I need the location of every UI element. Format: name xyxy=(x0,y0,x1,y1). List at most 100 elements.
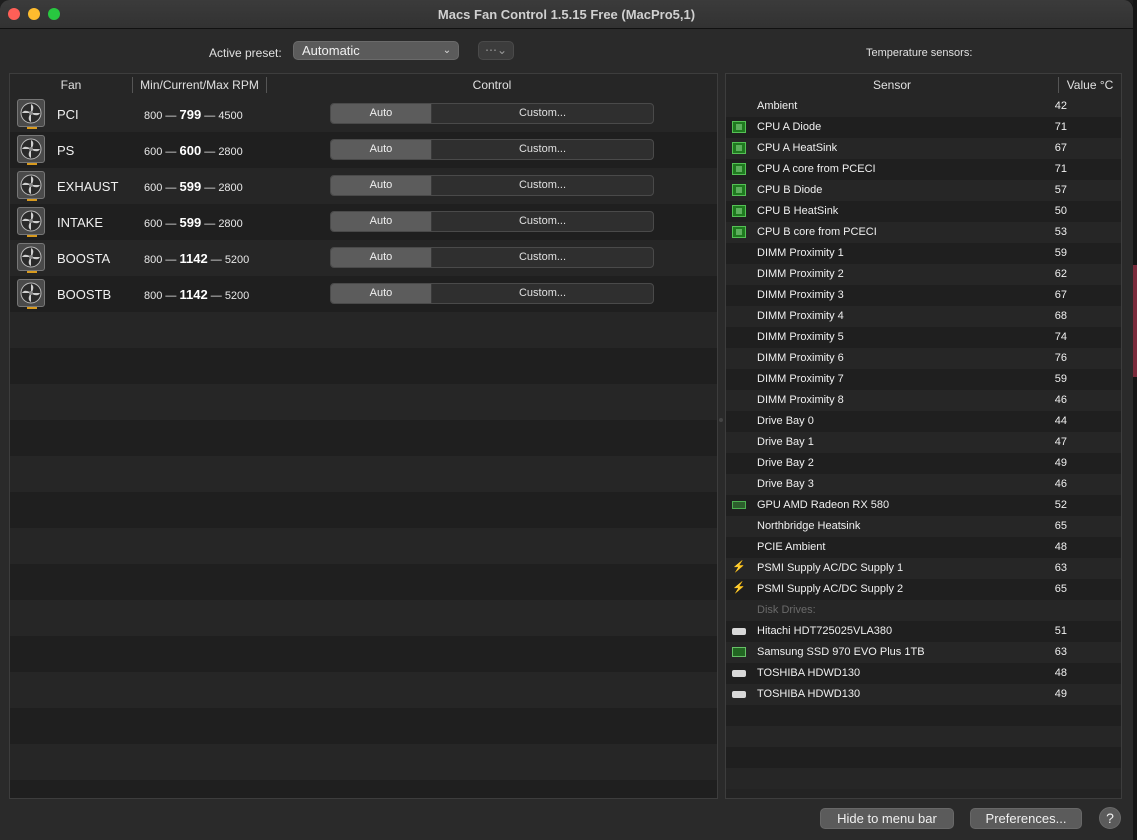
sensor-value: 57 xyxy=(1054,184,1067,196)
sensor-row[interactable]: DIMM Proximity 3 67 xyxy=(726,285,1121,306)
fan-rpm: 600 — 599 — 2800 xyxy=(144,215,243,230)
sensor-row[interactable]: CPU A core from PCECI 71 xyxy=(726,159,1121,180)
preset-more-button[interactable]: ⋯⌄ xyxy=(478,41,514,60)
sensor-group-label: Disk Drives: xyxy=(757,604,816,616)
active-preset-select[interactable]: Automatic ⌄ xyxy=(293,41,459,60)
fan-auto-button[interactable]: Auto xyxy=(331,284,432,303)
app-window: Macs Fan Control 1.5.15 Free (MacPro5,1)… xyxy=(0,0,1134,840)
fan-custom-button[interactable]: Custom... xyxy=(432,248,653,267)
sensor-value: 51 xyxy=(1054,625,1067,637)
fan-auto-button[interactable]: Auto xyxy=(331,140,432,159)
control-column-header[interactable]: Control xyxy=(267,78,717,92)
fan-icon xyxy=(17,243,45,273)
sensor-row[interactable]: ⚡ PSMI Supply AC/DC Supply 1 63 xyxy=(726,558,1121,579)
fan-row[interactable]: BOOSTB 800 — 1142 — 5200 Auto Custom... xyxy=(10,276,717,312)
sensor-name: CPU B core from PCECI xyxy=(757,226,877,238)
cpu-chip-icon xyxy=(732,121,746,133)
background-window-edge xyxy=(1133,0,1137,840)
sensor-row[interactable]: GPU AMD Radeon RX 580 52 xyxy=(726,495,1121,516)
fan-row[interactable]: PS 600 — 600 — 2800 Auto Custom... xyxy=(10,132,717,168)
sensor-row[interactable]: DIMM Proximity 6 76 xyxy=(726,348,1121,369)
sensor-row[interactable]: CPU B core from PCECI 53 xyxy=(726,222,1121,243)
sensor-row[interactable]: Drive Bay 0 44 xyxy=(726,411,1121,432)
sensor-row[interactable]: PCIE Ambient 48 xyxy=(726,537,1121,558)
fan-control-segmented: Auto Custom... xyxy=(330,247,654,268)
fan-min-rpm: 800 xyxy=(144,254,163,266)
fan-custom-button[interactable]: Custom... xyxy=(432,176,653,195)
rpm-separator: — xyxy=(165,110,177,122)
sensor-value: 49 xyxy=(1054,457,1067,469)
fan-row[interactable]: BOOSTA 800 — 1142 — 5200 Auto Custom... xyxy=(10,240,717,276)
sensor-row[interactable]: Ambient 42 xyxy=(726,96,1121,117)
sensor-row[interactable]: CPU A HeatSink 67 xyxy=(726,138,1121,159)
sensor-row[interactable]: TOSHIBA HDWD130 48 xyxy=(726,663,1121,684)
sensor-name: DIMM Proximity 2 xyxy=(757,268,844,280)
sensor-value: 42 xyxy=(1054,100,1067,112)
sensor-value: 67 xyxy=(1054,289,1067,301)
fan-custom-button[interactable]: Custom... xyxy=(432,140,653,159)
sensor-row[interactable]: ⚡ PSMI Supply AC/DC Supply 2 65 xyxy=(726,579,1121,600)
sensor-row[interactable]: CPU A Diode 71 xyxy=(726,117,1121,138)
empty-row xyxy=(10,312,717,348)
window-title: Macs Fan Control 1.5.15 Free (MacPro5,1) xyxy=(437,7,696,22)
sensor-row[interactable]: Drive Bay 3 46 xyxy=(726,474,1121,495)
empty-row xyxy=(10,420,717,456)
fan-icon xyxy=(17,207,45,237)
sensor-row[interactable]: DIMM Proximity 7 59 xyxy=(726,369,1121,390)
sensor-row[interactable]: Hitachi HDT725025VLA380 51 xyxy=(726,621,1121,642)
fan-auto-button[interactable]: Auto xyxy=(331,104,432,123)
empty-row xyxy=(10,384,717,420)
help-button[interactable]: ? xyxy=(1099,807,1121,829)
preferences-button[interactable]: Preferences... xyxy=(970,808,1082,829)
sensor-row[interactable]: DIMM Proximity 1 59 xyxy=(726,243,1121,264)
sensor-row[interactable]: DIMM Proximity 2 62 xyxy=(726,264,1121,285)
fan-auto-button[interactable]: Auto xyxy=(331,212,432,231)
empty-row xyxy=(10,636,717,672)
sensor-row[interactable]: TOSHIBA HDWD130 49 xyxy=(726,684,1121,705)
sensor-value: 65 xyxy=(1054,520,1067,532)
sensor-row[interactable]: CPU B Diode 57 xyxy=(726,180,1121,201)
fan-row[interactable]: PCI 800 — 799 — 4500 Auto Custom... xyxy=(10,96,717,132)
fan-row[interactable]: EXHAUST 600 — 599 — 2800 Auto Custom... xyxy=(10,168,717,204)
sensor-row[interactable]: CPU B HeatSink 50 xyxy=(726,201,1121,222)
sensor-value: 65 xyxy=(1054,583,1067,595)
fan-custom-button[interactable]: Custom... xyxy=(432,212,653,231)
sensor-value: 50 xyxy=(1054,205,1067,217)
rpm-separator: — xyxy=(210,254,222,266)
sensor-row[interactable]: DIMM Proximity 5 74 xyxy=(726,327,1121,348)
sensor-table: Sensor Value °C Ambient 42 CPU A Diode 71 CP… xyxy=(725,73,1122,799)
sensor-value: 76 xyxy=(1054,352,1067,364)
fan-min-rpm: 800 xyxy=(144,110,163,122)
sensor-value: 74 xyxy=(1054,331,1067,343)
fan-row[interactable]: INTAKE 600 — 599 — 2800 Auto Custom... xyxy=(10,204,717,240)
rpm-separator: — xyxy=(204,218,216,230)
fan-custom-button[interactable]: Custom... xyxy=(432,104,653,123)
hard-disk-icon xyxy=(732,670,746,677)
rpm-separator: — xyxy=(210,290,222,302)
fan-max-rpm: 5200 xyxy=(224,254,250,266)
fan-max-rpm: 2800 xyxy=(218,218,243,230)
gpu-card-icon xyxy=(732,501,746,509)
sensor-name: Samsung SSD 970 EVO Plus 1TB xyxy=(757,646,925,658)
hide-to-menu-bar-button[interactable]: Hide to menu bar xyxy=(820,808,954,829)
active-preset-value: Automatic xyxy=(302,43,360,58)
empty-row xyxy=(10,600,717,636)
sensor-row[interactable]: Northbridge Heatsink 65 xyxy=(726,516,1121,537)
sensor-row[interactable]: DIMM Proximity 8 46 xyxy=(726,390,1121,411)
fan-max-rpm: 2800 xyxy=(218,146,243,158)
fan-column-header[interactable]: Fan xyxy=(10,78,132,92)
ssd-icon xyxy=(732,647,746,657)
fan-auto-button[interactable]: Auto xyxy=(331,248,432,267)
sensor-row[interactable]: Drive Bay 1 47 xyxy=(726,432,1121,453)
sensor-row[interactable]: Drive Bay 2 49 xyxy=(726,453,1121,474)
fan-icon xyxy=(17,135,45,165)
fan-auto-button[interactable]: Auto xyxy=(331,176,432,195)
split-view-divider[interactable] xyxy=(719,418,723,422)
value-column-header[interactable]: Value °C xyxy=(1059,78,1121,92)
fan-custom-button[interactable]: Custom... xyxy=(432,284,653,303)
sensor-row[interactable]: DIMM Proximity 4 68 xyxy=(726,306,1121,327)
sensor-row[interactable]: Samsung SSD 970 EVO Plus 1TB 63 xyxy=(726,642,1121,663)
fan-max-rpm: 4500 xyxy=(218,110,243,122)
sensor-column-header[interactable]: Sensor xyxy=(726,78,1058,92)
rpm-column-header[interactable]: Min/Current/Max RPM xyxy=(133,78,266,92)
